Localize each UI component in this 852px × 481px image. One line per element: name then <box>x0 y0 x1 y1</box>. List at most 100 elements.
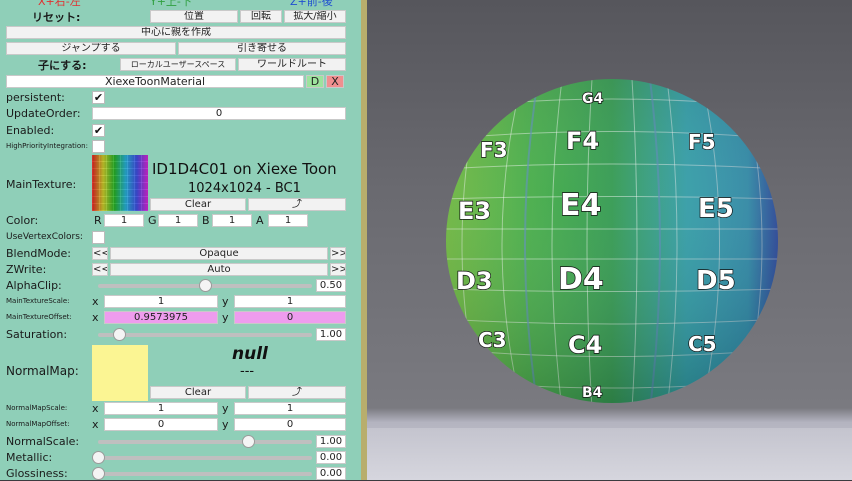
glossiness-value[interactable]: 0.00 <box>316 467 346 480</box>
saturation-knob[interactable] <box>113 328 127 341</box>
component-name[interactable]: XiexeToonMaterial <box>6 75 304 88</box>
zwrite-next-button[interactable]: >> <box>330 263 346 276</box>
update-order-label: UpdateOrder: <box>6 107 81 120</box>
normal-map-pick-button[interactable]: ⤴ <box>248 386 346 399</box>
main-texture-pick-button[interactable]: ⤴ <box>248 198 346 211</box>
saturation-value[interactable]: 1.00 <box>316 328 346 341</box>
normal-scale-knob[interactable] <box>241 435 255 448</box>
duplicate-component-button[interactable]: D <box>306 75 324 88</box>
sphere-label: C5 <box>688 332 717 356</box>
sphere-label: F3 <box>480 138 508 162</box>
inspector-panel: X+右-左 Y+上-下 Z+前-後 リセット: 位置 回転 拡大/縮小 中心に親… <box>0 0 367 480</box>
normal-scale-row: NormalScale: 1.00 <box>0 434 361 449</box>
main-texture-offset-row: MainTextureOffset: x 0.9573975 y 0 <box>0 310 361 325</box>
main-texture-thumbnail[interactable] <box>92 155 148 211</box>
normal-map-thumbnail[interactable] <box>92 345 148 401</box>
color-label: Color: <box>6 214 39 227</box>
normal-map-offset-y-label: y <box>222 418 229 431</box>
saturation-slider[interactable] <box>98 333 312 337</box>
sphere-label: D5 <box>696 266 736 296</box>
color-g-field[interactable]: 1 <box>158 214 198 227</box>
blend-mode-next-button[interactable]: >> <box>330 247 346 260</box>
normal-map-offset-label: NormalMapOffset: <box>6 420 70 428</box>
world-root-button[interactable]: ワールドルート <box>238 58 346 71</box>
enabled-row: Enabled: ✔ <box>0 123 361 138</box>
reset-label: リセット: <box>32 11 81 24</box>
persistent-checkbox[interactable]: ✔ <box>92 91 105 104</box>
create-parent-button[interactable]: 中心に親を作成 <box>6 26 346 39</box>
reset-rotation-button[interactable]: 回転 <box>240 10 282 23</box>
remove-component-button[interactable]: X <box>326 75 344 88</box>
blend-mode-prev-button[interactable]: << <box>92 247 108 260</box>
normal-map-scale-row: NormalMapScale: x 1 y 1 <box>0 401 361 416</box>
enabled-checkbox[interactable]: ✔ <box>92 124 105 137</box>
main-texture-scale-x-label: x <box>92 295 99 308</box>
glossiness-label: Glossiness: <box>6 467 68 480</box>
metallic-value[interactable]: 0.00 <box>316 451 346 464</box>
metallic-knob[interactable] <box>92 451 105 464</box>
update-order-field[interactable]: 0 <box>92 107 346 120</box>
pull-closer-button[interactable]: 引き寄せる <box>178 42 346 55</box>
normal-map-scale-x-label: x <box>92 402 99 415</box>
alpha-clip-knob[interactable] <box>199 279 212 292</box>
main-texture-clear-button[interactable]: Clear <box>150 198 246 211</box>
sphere-label: C3 <box>478 328 507 352</box>
local-user-space-button[interactable]: ローカルユーザースペース <box>120 58 236 71</box>
zwrite-value[interactable]: Auto <box>110 263 328 276</box>
sphere-label: F4 <box>566 127 599 155</box>
color-r-label: R <box>94 214 102 227</box>
main-texture-scale-x[interactable]: 1 <box>104 295 218 308</box>
floor-plane <box>367 428 852 480</box>
viewport-scene[interactable]: G4 F3 F4 F5 E3 E4 E5 D3 D4 D5 C3 C4 C5 B… <box>367 0 852 480</box>
saturation-row: Saturation: 1.00 <box>0 327 361 342</box>
sphere-label: E4 <box>560 188 601 223</box>
color-a-label: A <box>256 214 264 227</box>
main-texture-offset-x[interactable]: 0.9573975 <box>104 311 218 324</box>
use-vertex-colors-checkbox[interactable] <box>92 231 105 244</box>
main-texture-offset-y[interactable]: 0 <box>234 311 346 324</box>
color-a-field[interactable]: 1 <box>268 214 308 227</box>
high-priority-row: HighPriorityIntegration: <box>0 139 361 154</box>
normal-map-scale-y[interactable]: 1 <box>234 402 346 415</box>
reset-position-button[interactable]: 位置 <box>150 10 238 23</box>
color-row: Color: R 1 G 1 B 1 A 1 <box>0 213 361 228</box>
normal-scale-label: NormalScale: <box>6 435 80 448</box>
main-texture-scale-y[interactable]: 1 <box>234 295 346 308</box>
main-texture-name: ID1D4C01 on Xiexe Toon <box>152 160 337 178</box>
metallic-label: Metallic: <box>6 451 53 464</box>
high-priority-checkbox[interactable] <box>92 140 105 153</box>
main-texture-info: 1024x1024 - BC1 <box>188 181 301 196</box>
sphere-label: D4 <box>558 262 604 297</box>
color-g-label: G <box>148 214 157 227</box>
normal-scale-value[interactable]: 1.00 <box>316 435 346 448</box>
glossiness-slider[interactable] <box>98 472 312 476</box>
blend-mode-value[interactable]: Opaque <box>110 247 328 260</box>
jump-button[interactable]: ジャンプする <box>6 42 176 55</box>
reset-scale-button[interactable]: 拡大/縮小 <box>284 10 346 23</box>
zwrite-row: ZWrite: << Auto >> <box>0 262 361 277</box>
reset-row: リセット: 位置 回転 拡大/縮小 <box>0 10 361 25</box>
normal-map-name: null <box>232 344 268 364</box>
color-r-field[interactable]: 1 <box>104 214 144 227</box>
main-texture-offset-x-label: x <box>92 311 99 324</box>
main-texture-scale-label: MainTextureScale: <box>6 297 70 305</box>
glossiness-knob[interactable] <box>92 467 105 480</box>
use-vertex-colors-label: UseVertexColors: <box>6 232 83 242</box>
high-priority-label: HighPriorityIntegration: <box>6 142 88 150</box>
alpha-clip-value[interactable]: 0.50 <box>316 279 346 292</box>
axis-z-hint: Z+前-後 <box>290 0 333 8</box>
metallic-slider[interactable] <box>98 456 312 460</box>
textured-sphere[interactable]: G4 F3 F4 F5 E3 E4 E5 D3 D4 D5 C3 C4 C5 B… <box>442 79 782 409</box>
make-child-row: 子にする: ローカルユーザースペース ワールドルート <box>0 58 361 73</box>
normal-map-offset-x[interactable]: 0 <box>104 418 218 431</box>
normal-map-offset-x-label: x <box>92 418 99 431</box>
main-texture-offset-y-label: y <box>222 311 229 324</box>
color-b-field[interactable]: 1 <box>212 214 252 227</box>
sphere-label: D3 <box>456 267 493 295</box>
normal-map-scale-x[interactable]: 1 <box>104 402 218 415</box>
normal-map-clear-button[interactable]: Clear <box>150 386 246 399</box>
zwrite-prev-button[interactable]: << <box>92 263 108 276</box>
normal-map-offset-y[interactable]: 0 <box>234 418 346 431</box>
normal-map-offset-row: NormalMapOffset: x 0 y 0 <box>0 417 361 432</box>
normal-scale-slider[interactable] <box>98 440 312 444</box>
